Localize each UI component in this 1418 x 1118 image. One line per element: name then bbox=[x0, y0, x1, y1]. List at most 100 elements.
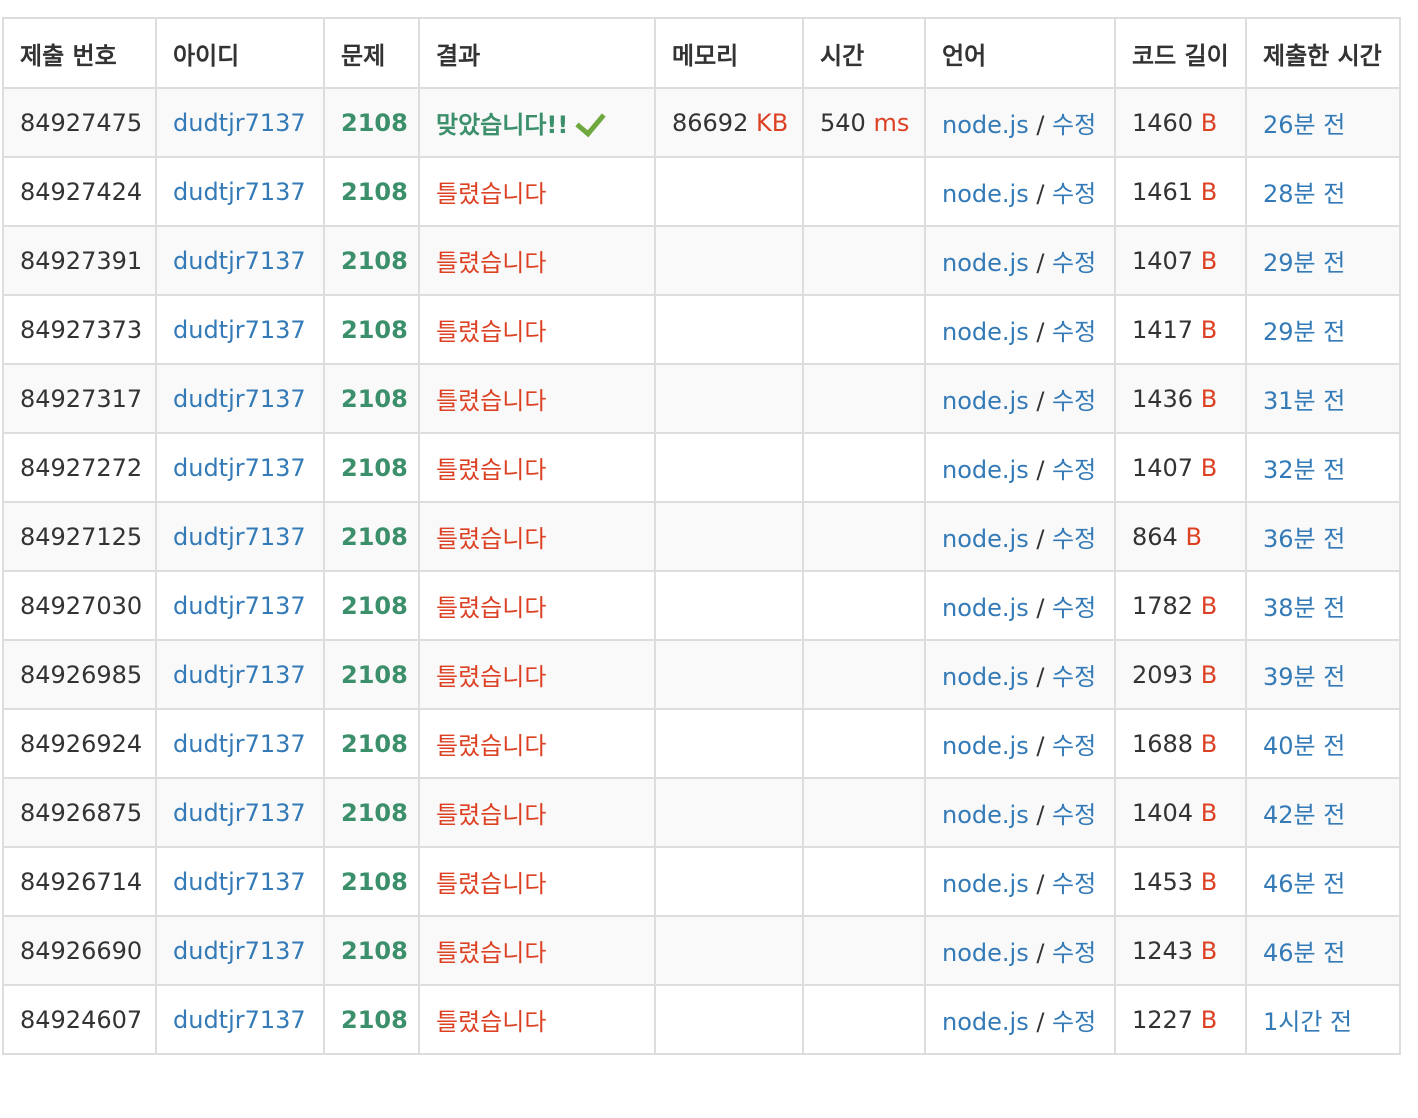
result-wrong-answer: 틀렸습니다 bbox=[436, 1008, 547, 1036]
submitted-at-link[interactable]: 38분 전 bbox=[1263, 594, 1345, 622]
language-cell: node.js / 수정 bbox=[924, 570, 1116, 641]
submitted-at-cell: 31분 전 bbox=[1245, 363, 1401, 434]
submission-id-cell: 84926924 bbox=[2, 708, 157, 779]
submitted-at-link[interactable]: 28분 전 bbox=[1263, 180, 1345, 208]
memory-cell bbox=[654, 777, 804, 848]
language-link[interactable]: node.js bbox=[942, 525, 1029, 553]
edit-link[interactable]: 수정 bbox=[1052, 732, 1096, 760]
edit-link[interactable]: 수정 bbox=[1052, 249, 1096, 277]
problem-link[interactable]: 2108 bbox=[341, 730, 408, 758]
edit-link[interactable]: 수정 bbox=[1052, 801, 1096, 829]
code-length-unit: B bbox=[1200, 591, 1218, 620]
edit-link[interactable]: 수정 bbox=[1052, 456, 1096, 484]
submission-id: 84927317 bbox=[20, 384, 143, 413]
language-link[interactable]: node.js bbox=[942, 939, 1029, 967]
header-language: 언어 bbox=[924, 17, 1116, 89]
result-cell: 맞았습니다!! bbox=[418, 87, 656, 158]
code-length-value: 1436 bbox=[1132, 384, 1194, 413]
edit-link[interactable]: 수정 bbox=[1052, 939, 1096, 967]
submitted-at-link[interactable]: 46분 전 bbox=[1263, 939, 1345, 967]
submission-id-cell: 84927317 bbox=[2, 363, 157, 434]
user-id-link[interactable]: dudtjr7137 bbox=[173, 1006, 306, 1034]
language-link[interactable]: node.js bbox=[942, 180, 1029, 208]
user-id-link[interactable]: dudtjr7137 bbox=[173, 385, 306, 413]
language-cell: node.js / 수정 bbox=[924, 363, 1116, 434]
problem-link[interactable]: 2108 bbox=[341, 1006, 408, 1034]
submission-id-cell: 84927391 bbox=[2, 225, 157, 296]
edit-link[interactable]: 수정 bbox=[1052, 525, 1096, 553]
submission-id: 84927424 bbox=[20, 177, 143, 206]
submitted-at-link[interactable]: 46분 전 bbox=[1263, 870, 1345, 898]
edit-link[interactable]: 수정 bbox=[1052, 594, 1096, 622]
user-id-link[interactable]: dudtjr7137 bbox=[173, 454, 306, 482]
submitted-at-link[interactable]: 29분 전 bbox=[1263, 318, 1345, 346]
language-link[interactable]: node.js bbox=[942, 732, 1029, 760]
language-link[interactable]: node.js bbox=[942, 111, 1029, 139]
problem-cell: 2108 bbox=[323, 570, 420, 641]
user-id-link[interactable]: dudtjr7137 bbox=[173, 109, 306, 137]
problem-link[interactable]: 2108 bbox=[341, 247, 408, 275]
user-id-link[interactable]: dudtjr7137 bbox=[173, 316, 306, 344]
user-id-link[interactable]: dudtjr7137 bbox=[173, 937, 306, 965]
problem-link[interactable]: 2108 bbox=[341, 868, 408, 896]
edit-link[interactable]: 수정 bbox=[1052, 387, 1096, 415]
language-link[interactable]: node.js bbox=[942, 387, 1029, 415]
user-id-link[interactable]: dudtjr7137 bbox=[173, 730, 306, 758]
time-cell bbox=[802, 294, 926, 365]
submitted-at-link[interactable]: 39분 전 bbox=[1263, 663, 1345, 691]
submission-id-cell: 84926985 bbox=[2, 639, 157, 710]
edit-link[interactable]: 수정 bbox=[1052, 318, 1096, 346]
code-length-cell: 1688 B bbox=[1114, 708, 1247, 779]
problem-link[interactable]: 2108 bbox=[341, 661, 408, 689]
user-id-link[interactable]: dudtjr7137 bbox=[173, 799, 306, 827]
problem-link[interactable]: 2108 bbox=[341, 178, 408, 206]
submitted-at-link[interactable]: 42분 전 bbox=[1263, 801, 1345, 829]
problem-link[interactable]: 2108 bbox=[341, 454, 408, 482]
edit-link[interactable]: 수정 bbox=[1052, 1008, 1096, 1036]
language-link[interactable]: node.js bbox=[942, 594, 1029, 622]
submitted-at-link[interactable]: 40분 전 bbox=[1263, 732, 1345, 760]
user-cell: dudtjr7137 bbox=[155, 639, 325, 710]
submission-id: 84926985 bbox=[20, 660, 143, 689]
language-link[interactable]: node.js bbox=[942, 663, 1029, 691]
result-cell: 틀렸습니다 bbox=[418, 708, 656, 779]
user-id-link[interactable]: dudtjr7137 bbox=[173, 523, 306, 551]
user-id-link[interactable]: dudtjr7137 bbox=[173, 178, 306, 206]
problem-link[interactable]: 2108 bbox=[341, 316, 408, 344]
submitted-at-link[interactable]: 31분 전 bbox=[1263, 387, 1345, 415]
user-cell: dudtjr7137 bbox=[155, 87, 325, 158]
problem-link[interactable]: 2108 bbox=[341, 385, 408, 413]
user-id-link[interactable]: dudtjr7137 bbox=[173, 868, 306, 896]
language-link[interactable]: node.js bbox=[942, 801, 1029, 829]
edit-link[interactable]: 수정 bbox=[1052, 180, 1096, 208]
submitted-at-link[interactable]: 32분 전 bbox=[1263, 456, 1345, 484]
edit-link[interactable]: 수정 bbox=[1052, 663, 1096, 691]
language-link[interactable]: node.js bbox=[942, 870, 1029, 898]
language-link[interactable]: node.js bbox=[942, 1008, 1029, 1036]
submitted-at-link[interactable]: 26분 전 bbox=[1263, 111, 1345, 139]
edit-link[interactable]: 수정 bbox=[1052, 111, 1096, 139]
result-wrong-answer: 틀렸습니다 bbox=[436, 456, 547, 484]
problem-link[interactable]: 2108 bbox=[341, 937, 408, 965]
language-link[interactable]: node.js bbox=[942, 249, 1029, 277]
problem-link[interactable]: 2108 bbox=[341, 523, 408, 551]
problem-link[interactable]: 2108 bbox=[341, 799, 408, 827]
problem-link[interactable]: 2108 bbox=[341, 592, 408, 620]
user-id-link[interactable]: dudtjr7137 bbox=[173, 592, 306, 620]
submitted-at-link[interactable]: 1시간 전 bbox=[1263, 1008, 1352, 1036]
result-wrong-answer: 틀렸습니다 bbox=[436, 870, 547, 898]
user-cell: dudtjr7137 bbox=[155, 432, 325, 503]
result-accepted: 맞았습니다!! bbox=[436, 111, 569, 139]
problem-link[interactable]: 2108 bbox=[341, 109, 408, 137]
submitted-at-link[interactable]: 36분 전 bbox=[1263, 525, 1345, 553]
problem-cell: 2108 bbox=[323, 501, 420, 572]
edit-link[interactable]: 수정 bbox=[1052, 870, 1096, 898]
language-link[interactable]: node.js bbox=[942, 318, 1029, 346]
user-id-link[interactable]: dudtjr7137 bbox=[173, 661, 306, 689]
result-cell: 틀렸습니다 bbox=[418, 294, 656, 365]
code-length-value: 1404 bbox=[1132, 798, 1194, 827]
language-link[interactable]: node.js bbox=[942, 456, 1029, 484]
user-id-link[interactable]: dudtjr7137 bbox=[173, 247, 306, 275]
submitted-at-link[interactable]: 29분 전 bbox=[1263, 249, 1345, 277]
submitted-at-cell: 26분 전 bbox=[1245, 87, 1401, 158]
